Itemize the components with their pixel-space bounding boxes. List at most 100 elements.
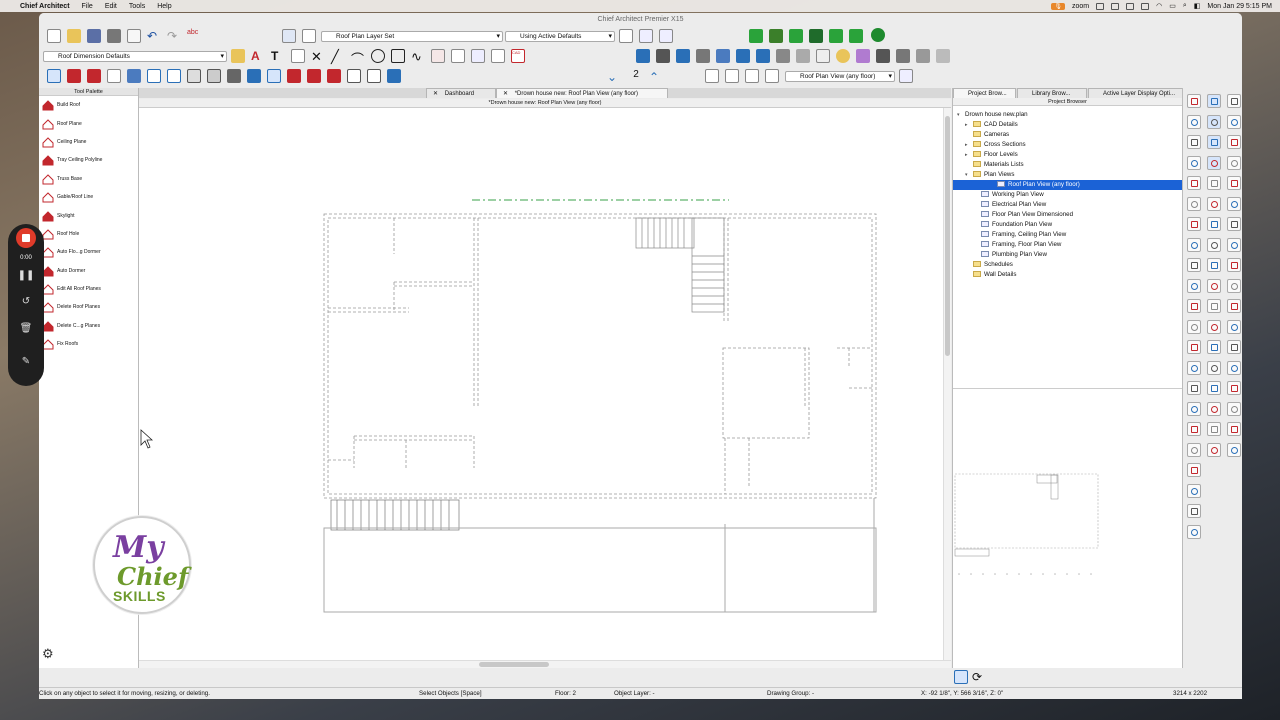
roof-active-icon[interactable] — [267, 69, 281, 83]
wall-tools-icon[interactable] — [87, 69, 101, 83]
tree-root[interactable]: ▾ Drown house new.plan — [957, 110, 1028, 120]
twisty-icon[interactable]: ▾ — [965, 170, 973, 180]
plan-view-icon[interactable] — [705, 69, 719, 83]
stop-record-button[interactable] — [16, 228, 36, 248]
zoom-out-icon[interactable] — [1187, 381, 1201, 395]
tab-dashboard[interactable]: ✕ Dashboard — [426, 88, 496, 98]
zoom-in-icon[interactable] — [1227, 155, 1241, 170]
tree-view[interactable]: Framing, Floor Plan View — [981, 240, 1061, 250]
defaults-icon[interactable] — [619, 29, 633, 43]
export-view-icon[interactable] — [816, 49, 830, 63]
elevation-tool-icon[interactable] — [1187, 94, 1201, 108]
zoom-out-icon[interactable] — [1227, 422, 1241, 436]
wifi-icon[interactable]: ◠ — [1156, 2, 1162, 10]
palette-item[interactable]: Fix Roofs — [39, 335, 138, 353]
point-tool-icon[interactable] — [1207, 422, 1221, 436]
zoom-in-icon[interactable] — [1227, 401, 1241, 416]
zoom-out-icon[interactable] — [1207, 278, 1221, 293]
door-icon[interactable] — [147, 69, 161, 83]
material-icon[interactable] — [856, 49, 870, 63]
palette-item[interactable]: Roof Plane — [39, 114, 138, 132]
pan-icon[interactable] — [1207, 94, 1221, 108]
elevation-icon[interactable] — [716, 49, 730, 63]
elevation-tool-icon[interactable] — [1227, 135, 1241, 149]
dimension-tools-icon[interactable] — [107, 69, 121, 83]
app-menu[interactable]: Chief Architect — [20, 3, 70, 10]
microphone-icon[interactable]: 🎙 — [1051, 2, 1065, 10]
save-view-icon[interactable] — [745, 69, 759, 83]
reshape-icon[interactable] — [1227, 340, 1241, 354]
floor-down-icon[interactable]: ⌄ — [607, 70, 621, 84]
help-icon[interactable] — [1207, 360, 1221, 375]
palette-item[interactable]: Truss Base — [39, 170, 138, 188]
trash-icon[interactable]: 🗑 — [8, 323, 44, 334]
edit-tool-icon[interactable] — [1227, 299, 1241, 313]
palette-item[interactable]: Skylight — [39, 206, 138, 224]
terrain-path-icon[interactable] — [769, 29, 783, 43]
reshape-icon[interactable] — [1227, 94, 1241, 108]
status-app-icon[interactable] — [1111, 2, 1120, 10]
help-icon[interactable] — [1187, 217, 1201, 231]
palette-item[interactable]: Roof Hole — [39, 225, 138, 243]
text-style-icon[interactable]: A — [251, 49, 265, 63]
edit-tool-icon[interactable] — [1187, 504, 1201, 518]
reshape-icon[interactable] — [1187, 299, 1201, 313]
fill-window-icon[interactable] — [1207, 299, 1221, 313]
dimension-defaults-select[interactable]: Roof Dimension Defaults — [43, 51, 227, 62]
spline-icon[interactable]: ∿ — [411, 49, 425, 64]
cad-icon[interactable]: CAD — [511, 49, 525, 63]
tab-active-layer-display[interactable]: Active Layer Display Opti... — [1088, 88, 1183, 98]
pan-icon[interactable] — [1227, 237, 1241, 252]
text-tool-icon[interactable] — [1187, 483, 1201, 498]
edit-tool-icon[interactable] — [1207, 155, 1221, 170]
palette-item[interactable]: Auto Dormer — [39, 262, 138, 280]
tree-icon[interactable] — [871, 28, 885, 42]
walkthrough-icon[interactable] — [736, 49, 750, 63]
text-tool-icon[interactable] — [1187, 237, 1201, 252]
tree-view[interactable]: Framing, Ceiling Plan View — [981, 230, 1066, 240]
defaults-select[interactable]: Using Active Defaults — [505, 31, 615, 42]
tree-folder[interactable]: ▸ Cross Sections — [965, 140, 1026, 150]
edit-icon[interactable] — [471, 49, 485, 63]
fill-window-icon[interactable] — [1187, 401, 1201, 416]
search-icon[interactable]: ⌕ — [1183, 2, 1187, 10]
pan-icon[interactable] — [1187, 196, 1201, 211]
text-tool-icon[interactable] — [1227, 278, 1241, 293]
pan-icon[interactable] — [1187, 442, 1201, 457]
pan-icon[interactable] — [1207, 340, 1221, 354]
break-icon[interactable] — [1227, 360, 1241, 375]
status-app-icon[interactable] — [1096, 2, 1105, 10]
redo-icon[interactable]: ↷ — [167, 29, 181, 43]
palette-item[interactable]: Ceiling Plane — [39, 133, 138, 151]
twisty-icon[interactable]: ▸ — [965, 120, 973, 130]
filter-icon[interactable] — [954, 670, 968, 684]
house-view-icon[interactable] — [636, 49, 650, 63]
export-icon[interactable] — [127, 29, 141, 43]
terrain-wall-icon[interactable] — [829, 29, 843, 43]
sun-icon[interactable] — [836, 49, 850, 63]
zoom-out-icon[interactable] — [1227, 176, 1241, 190]
break-icon[interactable] — [1207, 217, 1221, 231]
open-folder-icon[interactable] — [67, 29, 81, 43]
close-icon[interactable]: ✕ — [503, 91, 508, 97]
tree-view[interactable]: Electrical Plan View — [981, 200, 1046, 210]
check-icon[interactable] — [639, 29, 653, 43]
palette-item[interactable]: Auto Flo...g Dormer — [39, 243, 138, 261]
ray-trace-icon[interactable] — [796, 49, 810, 63]
roof-plane-toolbar-icon[interactable] — [307, 69, 321, 83]
status-app-icon[interactable] — [1126, 2, 1135, 10]
tree-view[interactable]: Plumbing Plan View — [981, 250, 1047, 260]
help-icon[interactable] — [1207, 114, 1221, 129]
cross-section-icon[interactable] — [696, 49, 710, 63]
elevation-tool-icon[interactable] — [1207, 237, 1221, 252]
fill-window-icon[interactable] — [1187, 155, 1201, 170]
elevation-tool-icon[interactable] — [1187, 340, 1201, 354]
text-tool-icon[interactable] — [1207, 381, 1221, 395]
menu-file[interactable]: File — [82, 3, 93, 10]
roof-tools-icon[interactable] — [67, 69, 81, 83]
palette-item[interactable]: Gable/Roof Line — [39, 188, 138, 206]
text-tool-icon[interactable] — [1207, 135, 1221, 149]
battery-icon[interactable]: ▭ — [1169, 2, 1176, 10]
twisty-icon[interactable]: ▸ — [965, 140, 973, 150]
terrain-break-icon[interactable] — [849, 29, 863, 43]
